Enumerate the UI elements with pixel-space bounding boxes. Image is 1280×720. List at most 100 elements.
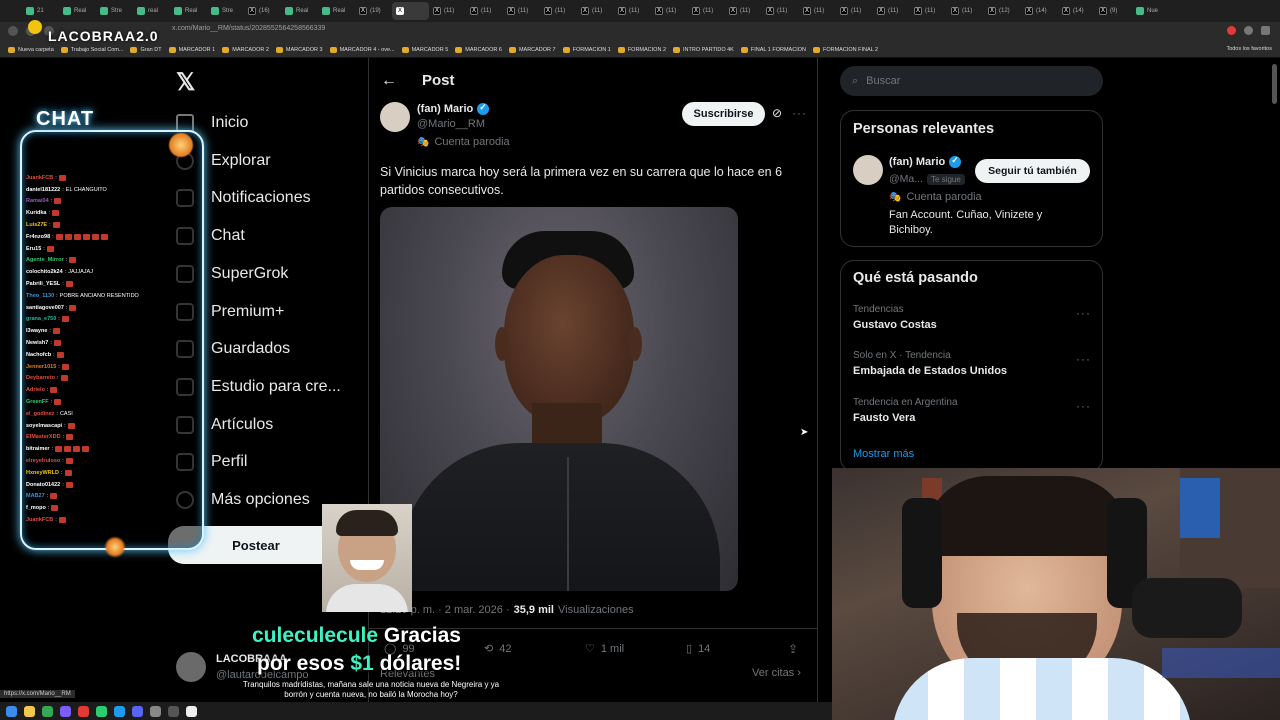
app-icon[interactable]: [60, 705, 71, 717]
browser-tab[interactable]: X (11): [614, 2, 651, 20]
parody-label: Cuenta parodia: [434, 136, 510, 148]
app-icon[interactable]: [150, 705, 161, 717]
author-handle[interactable]: @Mario__RM: [417, 118, 485, 130]
url-text[interactable]: x.com/Mario__RM/status/20285525642585663…: [172, 25, 325, 32]
bookmark-item[interactable]: INTRO PARTIDO 4K: [673, 46, 734, 53]
browser-tab[interactable]: Real: [170, 2, 207, 20]
app-icon[interactable]: [96, 705, 107, 717]
browser-tab[interactable]: X (11): [429, 2, 466, 20]
trend-more-icon[interactable]: ···: [1076, 399, 1091, 413]
bookmark-item[interactable]: MARCADOR 6: [455, 46, 502, 53]
browser-tab[interactable]: X (11): [540, 2, 577, 20]
profile-icon[interactable]: [1244, 26, 1253, 35]
browser-tab[interactable]: X (9): [1095, 2, 1132, 20]
bookmark-item[interactable]: MARCADOR 7: [508, 46, 556, 53]
windows-start-icon[interactable]: [6, 705, 17, 717]
discord-icon[interactable]: [132, 705, 143, 717]
browser-tab[interactable]: X (11): [836, 2, 873, 20]
show-more-link[interactable]: Mostrar más: [853, 448, 914, 460]
share-icon[interactable]: ⇪: [788, 642, 798, 656]
browser-tab[interactable]: Stre: [207, 2, 244, 20]
trend-name[interactable]: Embajada de Estados Unidos: [853, 365, 1093, 377]
post-image[interactable]: [380, 207, 738, 591]
app-icon[interactable]: [114, 705, 125, 717]
trend-more-icon[interactable]: ···: [1076, 352, 1091, 366]
like-action[interactable]: ♡ 1 mil: [585, 642, 624, 656]
browser-tab[interactable]: Real: [59, 2, 96, 20]
browser-tab[interactable]: Stre: [96, 2, 133, 20]
tab-title: (14): [1036, 8, 1047, 14]
all-bookmarks[interactable]: Todos los favoritos: [1226, 46, 1272, 52]
browser-tab[interactable]: Real: [281, 2, 318, 20]
browser-tab[interactable]: X (11): [577, 2, 614, 20]
folder-icon: [617, 46, 625, 53]
back-arrow-icon[interactable]: ←: [381, 72, 397, 90]
x-logo-icon[interactable]: 𝕏: [176, 68, 195, 97]
menu-icon[interactable]: [1261, 26, 1270, 35]
browser-tab[interactable]: X (11): [503, 2, 540, 20]
follow-back-button[interactable]: Seguir tú también: [975, 159, 1090, 183]
browser-tab[interactable]: 21: [22, 2, 59, 20]
browser-tab[interactable]: X (11): [688, 2, 725, 20]
bookmark-item[interactable]: MARCADOR 1: [168, 46, 215, 53]
browser-tab[interactable]: X (11): [651, 2, 688, 20]
browser-tab[interactable]: X: [392, 2, 429, 20]
tab-favicon-icon: [285, 7, 293, 15]
bookmark-item[interactable]: FINAL 1 FORMACION: [740, 46, 806, 53]
browser-tab[interactable]: X (11): [799, 2, 836, 20]
bookmark-item[interactable]: FORMACION FINAL 2: [812, 46, 878, 53]
person-handle[interactable]: @Ma...: [889, 173, 923, 185]
trend-more-icon[interactable]: ···: [1076, 306, 1091, 320]
person-avatar[interactable]: [853, 155, 883, 185]
chrome-icon[interactable]: [42, 705, 53, 717]
emote-icon: [65, 481, 73, 488]
browser-tab[interactable]: X (14): [1058, 2, 1095, 20]
author-avatar[interactable]: [380, 102, 410, 132]
browser-tab[interactable]: X (11): [873, 2, 910, 20]
extension-icon[interactable]: [1227, 26, 1236, 35]
author-name[interactable]: (fan) Mario: [417, 103, 473, 115]
bookmark-item[interactable]: Gran DT: [130, 46, 162, 53]
browser-tab[interactable]: Real: [318, 2, 355, 20]
chat-message: grana_e750:: [26, 314, 198, 326]
browser-tab[interactable]: X (11): [910, 2, 947, 20]
grok-icon[interactable]: ⊘: [772, 106, 782, 120]
browser-tab[interactable]: Nue: [1132, 2, 1169, 20]
tab-title: (11): [629, 8, 640, 14]
bookmark-item[interactable]: FORMACION 1: [562, 46, 611, 53]
trend-name[interactable]: Fausto Vera: [853, 412, 1093, 424]
browser-tab[interactable]: X (11): [947, 2, 984, 20]
bookmark-item[interactable]: Trabajo Social Com...: [60, 46, 123, 53]
app-icon[interactable]: [78, 705, 89, 717]
subscribe-button[interactable]: Suscribirse: [682, 102, 765, 126]
bookmark-item[interactable]: MARCADOR 3: [275, 46, 323, 53]
browser-tab[interactable]: X (11): [466, 2, 503, 20]
app-icon[interactable]: [186, 705, 197, 717]
bookmark-item[interactable]: MARCADOR 5: [401, 46, 448, 53]
trend-name[interactable]: Gustavo Costas: [853, 319, 1093, 331]
person-name[interactable]: (fan) Mario: [889, 156, 945, 168]
bookmark-action[interactable]: ▯ 14: [686, 642, 710, 656]
bookmark-item[interactable]: MARCADOR 2: [222, 46, 269, 53]
file-explorer-icon[interactable]: [24, 705, 35, 717]
search-placeholder[interactable]: Buscar: [866, 75, 900, 87]
tab-favicon-icon: X: [248, 7, 256, 15]
view-quotes-link[interactable]: Ver citas ›: [752, 667, 801, 679]
app-icon[interactable]: [168, 705, 179, 717]
browser-tab[interactable]: real: [133, 2, 170, 20]
account-avatar[interactable]: [176, 652, 206, 682]
scrollbar-thumb[interactable]: [1272, 64, 1277, 104]
back-icon[interactable]: [8, 26, 18, 36]
more-options-icon[interactable]: ···: [792, 106, 807, 120]
bookmark-item[interactable]: FORMACION 2: [617, 46, 666, 53]
browser-tab[interactable]: X (11): [762, 2, 799, 20]
browser-tab[interactable]: X (11): [725, 2, 762, 20]
bookmark-item[interactable]: MARCADOR 4 - ove...: [329, 46, 395, 53]
search-box[interactable]: ⌕ Buscar: [840, 66, 1103, 96]
browser-tab[interactable]: X (16): [244, 2, 281, 20]
browser-tab[interactable]: X (19): [355, 2, 392, 20]
browser-tab[interactable]: X (14): [1021, 2, 1058, 20]
browser-tab[interactable]: X (12): [984, 2, 1021, 20]
bookmark-item[interactable]: Nueva carpeta: [8, 46, 54, 53]
repost-action[interactable]: ⟲ 42: [484, 642, 511, 656]
